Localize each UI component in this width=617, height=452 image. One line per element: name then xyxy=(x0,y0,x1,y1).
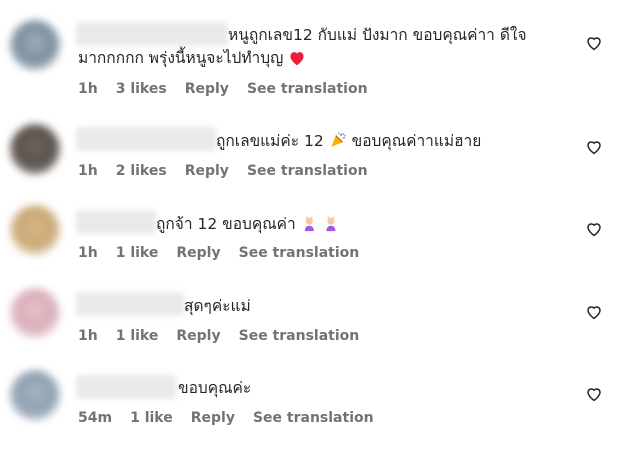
username-blurred[interactable] xyxy=(76,292,184,316)
comment-meta: 1h 1 like Reply See translation xyxy=(78,328,359,344)
avatar[interactable] xyxy=(10,20,60,70)
username-blurred[interactable] xyxy=(76,375,176,399)
comment-meta: 1h 1 like Reply See translation xyxy=(78,245,359,261)
reply-button[interactable]: Reply xyxy=(176,328,220,344)
like-heart-icon[interactable] xyxy=(585,385,603,403)
comment-text: ถูกจ้า 12 ขอบคุณค่า xyxy=(156,213,341,236)
reply-button[interactable]: Reply xyxy=(185,81,229,97)
reply-button[interactable]: Reply xyxy=(176,245,220,261)
comment-text-line1: ถูกเลขแม่ค่ะ 12 xyxy=(216,132,324,150)
like-heart-icon[interactable] xyxy=(585,303,603,321)
see-translation-link[interactable]: See translation xyxy=(247,163,368,179)
comment-text: หนูถูกเลข12 กับแม่ ปังมาก ขอบคุณค่าา ดีใ… xyxy=(228,24,527,47)
party-popper-icon xyxy=(330,132,346,147)
comment-text-line1: ถูกจ้า 12 ขอบคุณค่า xyxy=(156,215,296,233)
comment-text: ถูกเลขแม่ค่ะ 12 ขอบคุณค่าาแม่ฮาย xyxy=(216,130,481,153)
username-blurred[interactable] xyxy=(76,210,156,234)
people-with-bunny-ears-icon xyxy=(304,216,336,232)
see-translation-link[interactable]: See translation xyxy=(253,410,374,426)
comment-time[interactable]: 54m xyxy=(78,410,112,426)
like-heart-icon[interactable] xyxy=(585,34,603,52)
comment-time[interactable]: 1h xyxy=(78,328,98,344)
comment-text: สุดๆค่ะแม่ xyxy=(184,295,251,318)
username-blurred[interactable] xyxy=(76,22,228,46)
comment-text-line1: สุดๆค่ะแม่ xyxy=(184,297,251,315)
comment-text: มากกกกก พรุ่งนี้หนูจะไปทำบุญ xyxy=(78,47,306,70)
comment-time[interactable]: 1h xyxy=(78,81,98,97)
comment-time[interactable]: 1h xyxy=(78,245,98,261)
comment-time[interactable]: 1h xyxy=(78,163,98,179)
see-translation-link[interactable]: See translation xyxy=(239,245,360,261)
comment-text: ขอบคุณค่ะ xyxy=(178,377,251,400)
see-translation-link[interactable]: See translation xyxy=(239,328,360,344)
comment-meta: 54m 1 like Reply See translation xyxy=(78,410,374,426)
reply-button[interactable]: Reply xyxy=(191,410,235,426)
comment-meta: 1h 3 likes Reply See translation xyxy=(78,81,368,97)
comment-meta: 1h 2 likes Reply See translation xyxy=(78,163,368,179)
avatar[interactable] xyxy=(10,205,60,255)
comment-text-suffix: ขอบคุณค่าาแม่ฮาย xyxy=(351,132,482,150)
avatar[interactable] xyxy=(10,288,60,338)
see-translation-link[interactable]: See translation xyxy=(247,81,368,97)
like-heart-icon[interactable] xyxy=(585,220,603,238)
comment-text-line2: มากกกกก พรุ่งนี้หนูจะไปทำบุญ xyxy=(78,49,284,67)
like-heart-icon[interactable] xyxy=(585,138,603,156)
likes-count[interactable]: 1 like xyxy=(116,328,159,344)
likes-count[interactable]: 2 likes xyxy=(116,163,167,179)
reply-button[interactable]: Reply xyxy=(185,163,229,179)
red-heart-icon xyxy=(290,52,304,66)
comment-text-line1: ขอบคุณค่ะ xyxy=(178,379,252,397)
username-blurred[interactable] xyxy=(76,127,216,151)
avatar[interactable] xyxy=(10,124,60,174)
likes-count[interactable]: 3 likes xyxy=(116,81,167,97)
likes-count[interactable]: 1 like xyxy=(130,410,173,426)
avatar[interactable] xyxy=(10,370,60,420)
likes-count[interactable]: 1 like xyxy=(116,245,159,261)
comment-text-line1: หนูถูกเลข12 กับแม่ ปังมาก ขอบคุณค่าา ดีใ… xyxy=(228,26,527,44)
